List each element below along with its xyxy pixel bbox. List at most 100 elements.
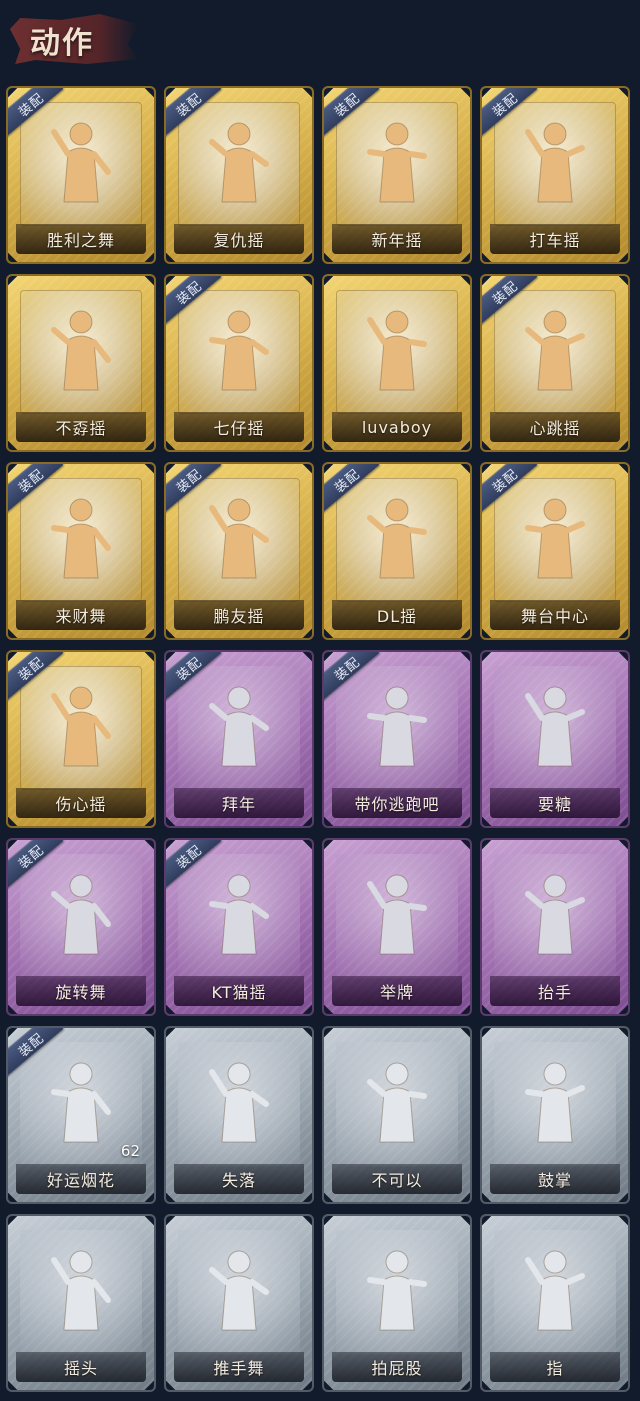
card-corner-notch: [482, 251, 493, 262]
action-card[interactable]: 失落: [164, 1026, 314, 1204]
action-card[interactable]: 装配 旋转舞: [6, 838, 156, 1016]
card-corner-notch: [143, 1003, 154, 1014]
card-corner-notch: [324, 840, 335, 851]
action-card[interactable]: 装配 KT猫摇: [164, 838, 314, 1016]
card-corner-notch: [482, 88, 493, 99]
action-card[interactable]: 拍屁股: [322, 1214, 472, 1392]
card-label-bar: 举牌: [332, 976, 462, 1006]
card-artwork: [20, 478, 142, 602]
taxi-shake-figure-icon: [525, 122, 585, 203]
card-corner-notch: [482, 439, 493, 450]
action-card[interactable]: 装配 心跳摇: [480, 274, 630, 452]
card-corner-notch: [166, 1379, 177, 1390]
card-label-bar: 推手舞: [174, 1352, 304, 1382]
action-card[interactable]: 推手舞: [164, 1214, 314, 1392]
raise-hand-figure-icon: [525, 874, 585, 955]
revenge-shake-figure-icon: [209, 122, 269, 203]
action-card[interactable]: 要糖: [480, 650, 630, 828]
action-card[interactable]: 装配 舞台中心: [480, 462, 630, 640]
action-card[interactable]: 装配 打车摇: [480, 86, 630, 264]
card-corner-notch: [459, 815, 470, 826]
action-card[interactable]: 装配 带你逃跑吧: [322, 650, 472, 828]
action-card[interactable]: 装配 伤心摇: [6, 650, 156, 828]
action-label: 不可以: [371, 1171, 423, 1190]
card-artwork: [494, 1230, 616, 1354]
center-stage-figure-icon: [525, 498, 585, 579]
action-card[interactable]: 指: [480, 1214, 630, 1392]
action-card[interactable]: 装配 新年摇: [322, 86, 472, 264]
action-label: 摇头: [63, 1359, 98, 1378]
card-artwork: [336, 854, 458, 978]
action-card[interactable]: 装配 胜利之舞: [6, 86, 156, 264]
card-corner-notch: [143, 1028, 154, 1039]
card-corner-notch: [301, 627, 312, 638]
action-card[interactable]: 摇头: [6, 1214, 156, 1392]
card-artwork: [178, 478, 300, 602]
card-label-bar: luvaboy: [332, 412, 462, 442]
card-corner-notch: [301, 1028, 312, 1039]
card-artwork: [336, 102, 458, 226]
action-card[interactable]: 举牌: [322, 838, 472, 1016]
card-label-bar: 指: [490, 1352, 620, 1382]
heartbeat-shake-figure-icon: [525, 310, 585, 391]
card-corner-notch: [143, 1191, 154, 1202]
card-corner-notch: [324, 1191, 335, 1202]
action-card[interactable]: 鼓掌: [480, 1026, 630, 1204]
action-card[interactable]: 装配 鹏友摇: [164, 462, 314, 640]
action-card[interactable]: 装配 来财舞: [6, 462, 156, 640]
card-corner-notch: [301, 840, 312, 851]
card-label-bar: 打车摇: [490, 224, 620, 254]
card-label-bar: 七仔摇: [174, 412, 304, 442]
card-corner-notch: [617, 251, 628, 262]
action-card[interactable]: 抬手: [480, 838, 630, 1016]
card-corner-notch: [324, 652, 335, 663]
dl-shake-figure-icon: [367, 498, 427, 579]
card-label-bar: 失落: [174, 1164, 304, 1194]
action-label: 鹏友摇: [213, 607, 265, 626]
action-card[interactable]: 装配 拜年: [164, 650, 314, 828]
action-card[interactable]: 装配 DL摇: [322, 462, 472, 640]
run-away-figure-icon: [367, 686, 427, 767]
card-corner-notch: [459, 251, 470, 262]
card-corner-notch: [166, 1028, 177, 1039]
card-corner-notch: [324, 627, 335, 638]
card-corner-notch: [8, 815, 19, 826]
card-artwork: [178, 290, 300, 414]
action-card[interactable]: luvaboy: [322, 274, 472, 452]
card-corner-notch: [8, 251, 19, 262]
action-card[interactable]: 装配 七仔摇: [164, 274, 314, 452]
action-label: 举牌: [379, 983, 414, 1002]
card-corner-notch: [166, 88, 177, 99]
card-label-bar: 要糖: [490, 788, 620, 818]
card-corner-notch: [301, 276, 312, 287]
action-label: 指: [546, 1359, 564, 1378]
action-card[interactable]: 不可以: [322, 1026, 472, 1204]
card-corner-notch: [8, 1379, 19, 1390]
card-corner-notch: [324, 1216, 335, 1227]
card-corner-notch: [324, 439, 335, 450]
card-corner-notch: [166, 652, 177, 663]
card-artwork: [336, 666, 458, 790]
card-corner-notch: [166, 464, 177, 475]
action-card[interactable]: 装配 复仇摇: [164, 86, 314, 264]
card-label-bar: 拍屁股: [332, 1352, 462, 1382]
card-corner-notch: [143, 1379, 154, 1390]
qizai-shake-figure-icon: [209, 310, 269, 391]
card-artwork: [336, 478, 458, 602]
card-corner-notch: [301, 1003, 312, 1014]
action-label: 七仔摇: [213, 419, 265, 438]
hold-sign-figure-icon: [367, 874, 427, 955]
card-corner-notch: [301, 1191, 312, 1202]
action-label: 拜年: [221, 795, 256, 814]
action-card[interactable]: 不孬摇: [6, 274, 156, 452]
action-label: luvaboy: [361, 417, 433, 437]
card-artwork: [178, 666, 300, 790]
card-corner-notch: [166, 627, 177, 638]
card-artwork: [178, 102, 300, 226]
card-corner-notch: [166, 1003, 177, 1014]
action-card[interactable]: 装配 62 好运烟花: [6, 1026, 156, 1204]
card-label-bar: 新年摇: [332, 224, 462, 254]
action-label: 带你逃跑吧: [354, 795, 440, 814]
card-corner-notch: [482, 652, 493, 663]
card-corner-notch: [8, 276, 19, 287]
